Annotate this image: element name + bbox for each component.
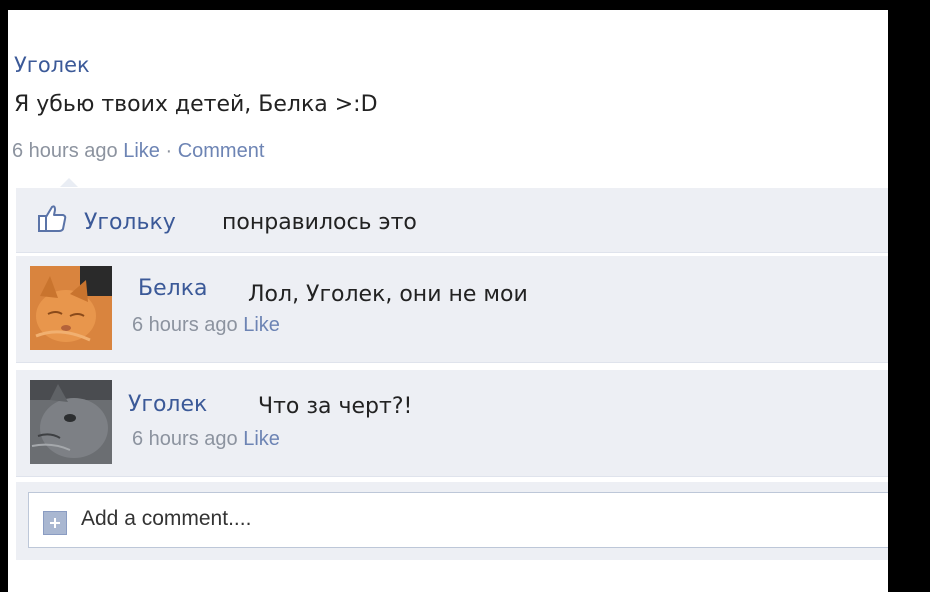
comment-item: Белка Лол, Уголек, они не мои 6 hours ag… — [16, 256, 888, 363]
avatar[interactable] — [30, 266, 112, 350]
add-comment-area: Add a comment.... — [16, 482, 888, 560]
comment-meta: 6 hours ago Like — [132, 314, 280, 337]
post-author-link[interactable]: Уголек — [14, 53, 90, 77]
avatar[interactable] — [30, 380, 112, 464]
post-comment-link[interactable]: Comment — [178, 140, 265, 162]
post-meta: 6 hours ago Like · Comment — [12, 140, 264, 163]
add-comment-input[interactable]: Add a comment.... — [28, 492, 888, 548]
comment-item: Уголек Что за черт?! 6 hours ago Like — [16, 370, 888, 477]
meta-separator: · — [159, 140, 178, 162]
facebook-post: Уголек Я убью твоих детей, Белка >:D 6 h… — [8, 10, 888, 592]
comment-text: Что за черт?! — [258, 394, 413, 419]
comment-author-link[interactable]: Уголек — [128, 392, 207, 417]
comment-meta: 6 hours ago Like — [132, 428, 280, 451]
likes-name-link[interactable]: Угольку — [84, 210, 176, 235]
comment-like-link[interactable]: Like — [243, 314, 280, 336]
likes-row: Угольку понравилось это — [16, 188, 888, 253]
post-time: 6 hours ago — [12, 140, 118, 162]
comment-like-link[interactable]: Like — [243, 428, 280, 450]
likes-text: понравилось это — [222, 210, 417, 235]
comment-author-link[interactable]: Белка — [138, 276, 207, 301]
comment-time: 6 hours ago — [132, 314, 238, 336]
comment-time: 6 hours ago — [132, 428, 238, 450]
comment-text: Лол, Уголек, они не мои — [248, 282, 528, 307]
add-comment-icon — [43, 511, 67, 535]
add-comment-placeholder: Add a comment.... — [81, 507, 252, 530]
comments-pointer — [60, 178, 78, 187]
thumbs-up-icon[interactable] — [36, 202, 68, 234]
gray-cat-avatar-image — [30, 380, 112, 464]
post-text: Я убью твоих детей, Белка >:D — [14, 92, 378, 117]
orange-cat-avatar-image — [30, 266, 112, 350]
post-like-link[interactable]: Like — [123, 140, 160, 162]
